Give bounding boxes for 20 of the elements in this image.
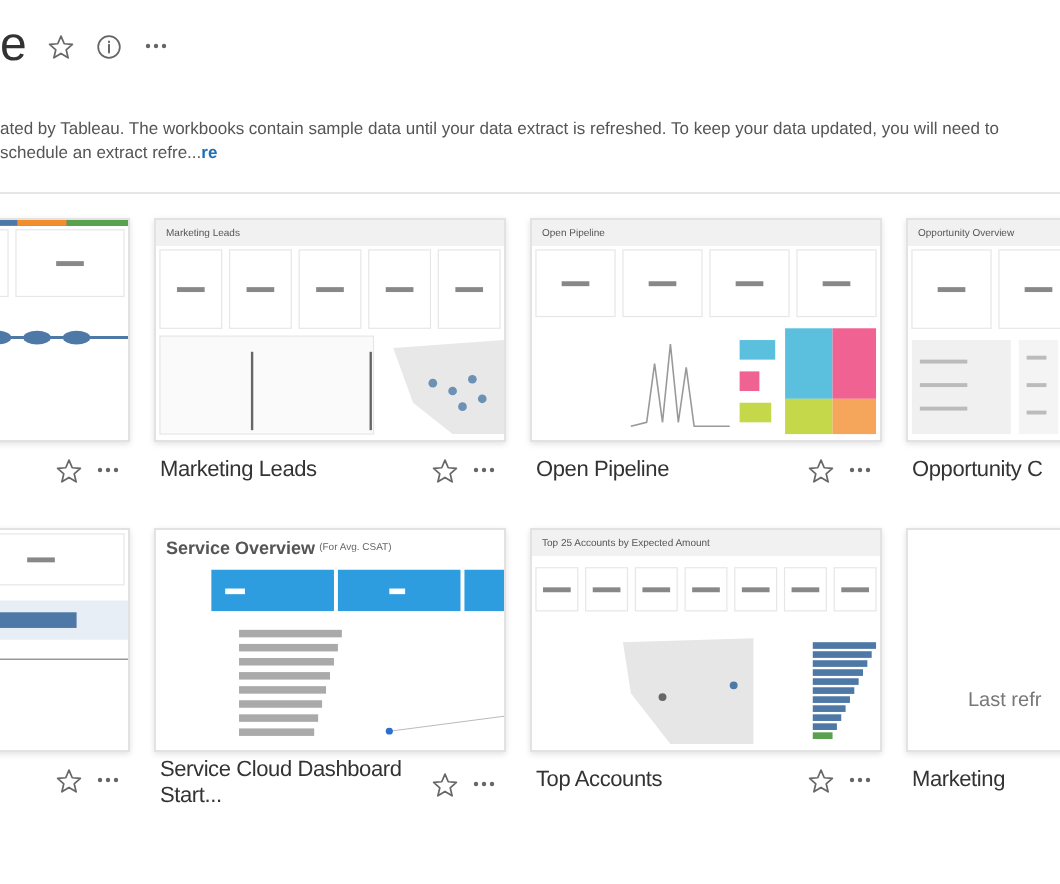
star-icon[interactable] bbox=[46, 32, 75, 60]
star-icon[interactable] bbox=[54, 766, 82, 794]
workbook-name[interactable]: Marketing Leads bbox=[160, 457, 418, 483]
thumbnail-title: Service Overview bbox=[166, 538, 316, 558]
workbook-name[interactable]: Top Accounts bbox=[536, 767, 794, 793]
read-more-link[interactable]: re bbox=[201, 142, 218, 162]
workbook-name[interactable]: Marketing bbox=[912, 767, 1060, 793]
description-text: ated by Tableau. The workbooks contain sample data until your data extract is refreshed. To keep your data updated, you will need to schedule an extract refre...re bbox=[0, 116, 1001, 164]
page-title: e bbox=[0, 20, 27, 72]
star-icon[interactable] bbox=[806, 766, 834, 794]
workbook-name[interactable]: Service Cloud Dashboard Start... bbox=[160, 758, 418, 810]
star-icon[interactable] bbox=[430, 770, 458, 798]
workbook-name[interactable]: Open Pipeline bbox=[536, 457, 794, 483]
workbook-thumbnail[interactable]: Last refr bbox=[906, 528, 1060, 752]
star-icon[interactable] bbox=[430, 456, 458, 484]
star-icon[interactable] bbox=[806, 456, 834, 484]
workbook-name[interactable]: Opportunity C bbox=[912, 457, 1060, 483]
last-refresh-text: Last refr bbox=[968, 690, 1042, 712]
star-icon[interactable] bbox=[54, 456, 82, 484]
info-icon[interactable] bbox=[94, 32, 123, 60]
